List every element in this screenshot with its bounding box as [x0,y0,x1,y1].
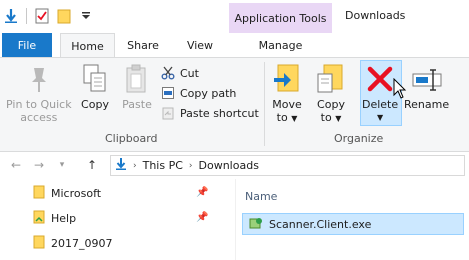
copy-icon [78,62,112,96]
move-to-label-line2: to [276,111,288,124]
chevron-right-icon: › [188,160,193,171]
nav-item-label: Help [51,211,77,225]
copy-path-button[interactable]: Copy path [160,84,236,102]
nav-item-microsoft[interactable]: Microsoft [33,183,101,203]
address-bar[interactable]: › This PC › Downloads [110,155,465,176]
file-row[interactable]: Scanner.Client.exe [242,213,464,235]
back-arrow-icon[interactable]: ← [8,157,24,173]
pin-label-line1: Pin to Quick [6,98,72,111]
paste-shortcut-icon [160,105,176,121]
paste-shortcut-label: Paste shortcut [180,106,259,120]
tab-file[interactable]: File [2,33,52,57]
column-header-name[interactable]: Name [245,190,277,203]
copy-path-icon [160,85,176,101]
paste-icon [120,62,154,96]
delete-x-icon [363,62,397,96]
file-name: Scanner.Client.exe [269,217,372,231]
address-toolbar: ← → ▾ ↑ › This PC › Downloads [0,152,469,179]
cut-button[interactable]: Cut [160,64,199,82]
folder-icon [33,210,45,227]
copy-path-label: Copy path [180,86,237,100]
pin-label-line2: access [20,111,58,124]
dropdown-arrow-icon: ▼ [335,114,342,123]
dropdown-arrow-icon: ▼ [291,114,298,123]
nav-item-label: Microsoft [51,186,102,200]
nav-item-2017-0907[interactable]: 2017_0907 [33,233,113,253]
paste-label: Paste [122,98,152,111]
copy-label: Copy [81,98,109,111]
divider [26,8,27,24]
folder-icon [33,235,45,252]
tab-home[interactable]: Home [60,33,115,58]
forward-arrow-icon[interactable]: → [31,157,47,173]
clipboard-group-label: Clipboard [105,132,158,145]
properties-icon[interactable] [33,7,51,25]
tab-view[interactable]: View [175,33,225,57]
recent-locations-icon[interactable]: ▾ [54,157,70,173]
file-list: Name Scanner.Client.exe [235,179,469,260]
pinned-icon: 📌 [196,212,209,223]
title-bar: Application Tools Downloads [0,0,469,33]
rename-label: Rename [404,98,450,111]
tab-manage[interactable]: Manage [229,33,332,57]
nav-item-help[interactable]: Help [33,208,76,228]
copy-to-label-line1: Copy [317,98,345,111]
chevron-right-icon: › [133,160,137,171]
copy-to-label-line2: to [320,111,332,124]
ribbon-tabs: File Home Share View Manage [0,33,469,58]
copy-to-button[interactable]: Copy to ▼ [314,62,348,125]
scissors-icon [160,65,176,81]
rename-button[interactable]: Rename [404,62,449,111]
cut-label: Cut [180,66,199,80]
copy-to-icon [314,62,348,96]
copy-button[interactable]: Copy [78,62,112,111]
rename-icon [410,62,444,96]
breadcrumb-downloads[interactable]: Downloads [199,159,259,172]
window-title: Downloads [345,9,406,22]
pin-icon [22,62,56,96]
move-to-label-line1: Move [272,98,302,111]
navigation-pane: Microsoft 📌 Help 📌 2017_0907 [0,179,224,260]
quick-access-toolbar [2,4,95,28]
organize-group-label: Organize [334,132,384,145]
mouse-cursor-icon [393,78,407,99]
explorer-window: Application Tools Downloads File Home Sh… [0,0,469,260]
context-tab-group-label: Application Tools [229,3,332,33]
paste-button[interactable]: Paste [120,62,154,111]
move-to-icon [270,62,304,96]
tab-share[interactable]: Share [118,33,168,57]
downloads-location-icon [115,157,127,174]
nav-item-label: 2017_0907 [51,236,113,250]
move-to-button[interactable]: Move to ▼ [270,62,304,125]
pinned-icon: 📌 [196,187,209,198]
folder-icon [33,185,45,202]
new-folder-icon[interactable] [55,7,73,25]
pin-to-quick-access-button[interactable]: Pin to Quick access [6,62,72,124]
paste-shortcut-button[interactable]: Paste shortcut [160,104,259,122]
up-arrow-icon[interactable]: ↑ [84,157,100,173]
breadcrumb-this-pc[interactable]: This PC [143,159,183,172]
installer-exe-icon [249,216,263,233]
down-arrow-icon[interactable] [2,7,20,25]
group-divider [264,62,265,146]
ribbon-panel: Pin to Quick access Copy Paste Cut Copy … [0,57,469,152]
customize-toolbar-icon[interactable] [77,7,95,25]
pane-divider[interactable] [235,179,236,260]
dropdown-arrow-icon: ▼ [377,113,384,122]
